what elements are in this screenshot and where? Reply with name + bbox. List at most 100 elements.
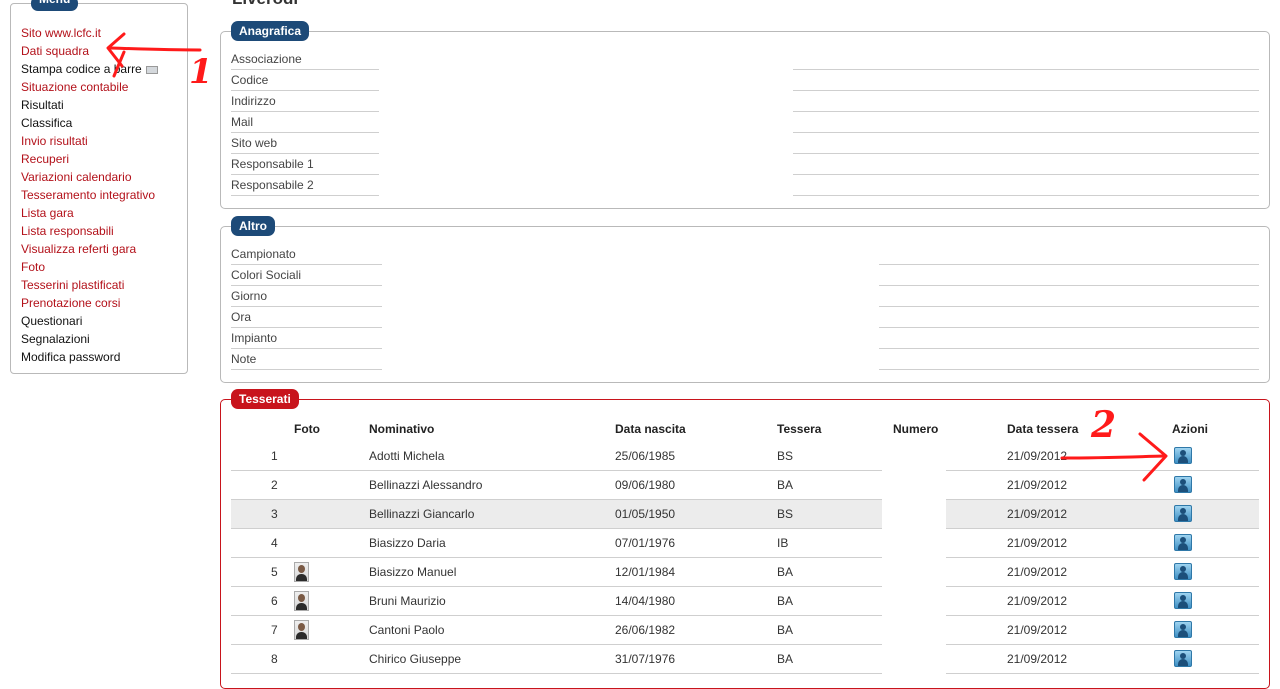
menu-item-segnalazioni[interactable]: Segnalazioni — [21, 330, 158, 348]
menu-item-visualizza-referti-gara[interactable]: Visualizza referti gara — [21, 240, 158, 258]
menu-item-lista-gara[interactable]: Lista gara — [21, 204, 158, 222]
cell-nominativo: Adotti Michela — [369, 449, 445, 463]
cell-data-tessera: 21/09/2012 — [1007, 623, 1068, 637]
menu-item-tesserini-plastificati[interactable]: Tesserini plastificati — [21, 276, 158, 294]
icon-body — [1178, 543, 1188, 550]
cell-data-tessera: 21/09/2012 — [1007, 507, 1068, 521]
row-number: 1 — [271, 449, 278, 463]
photo-head — [298, 594, 305, 602]
view-member-icon[interactable] — [1174, 476, 1192, 493]
tesserati-fieldset: Tesserati Foto Nominativo Data nascita T… — [220, 389, 1270, 689]
field-row-responsabile-1: Responsabile 1 — [221, 154, 1269, 175]
icon-body — [1178, 572, 1188, 579]
cell-tessera: IB — [777, 536, 789, 550]
anagrafica-legend: Anagrafica — [231, 21, 310, 41]
menu-item-label: Prenotazione corsi — [21, 296, 121, 310]
table-row[interactable]: 2 Bellinazzi Alessandro 09/06/1980 BA 21/09/… — [231, 471, 1259, 500]
column-header-numero[interactable]: Numero — [893, 422, 938, 436]
table-row[interactable]: 4 Biasizzo Daria 07/01/1976 IB 21/09/2012 — [231, 529, 1259, 558]
column-header-tessera[interactable]: Tessera — [777, 422, 821, 436]
cell-nominativo: Chirico Giuseppe — [369, 652, 462, 666]
menu-item-questionari[interactable]: Questionari — [21, 312, 158, 330]
cell-data-nascita: 01/05/1950 — [615, 507, 676, 521]
view-member-icon[interactable] — [1174, 447, 1192, 464]
table-row[interactable]: 8 Chirico Giuseppe 31/07/1976 BA 21/09/2012 — [231, 645, 1259, 674]
row-background — [946, 442, 1259, 470]
column-header-nominativo[interactable]: Nominativo — [369, 422, 434, 436]
menu-item-sito-www-lcfc-it[interactable]: Sito www.lcfc.it — [21, 24, 158, 42]
menu-item-stampa-codice-a-barre[interactable]: Stampa codice a barre — [21, 60, 158, 78]
page-title: Liverodi — [232, 0, 298, 9]
cell-data-nascita: 09/06/1980 — [615, 478, 676, 492]
column-header-data-nascita[interactable]: Data nascita — [615, 422, 686, 436]
menu-item-label: Situazione contabile — [21, 80, 129, 94]
view-member-icon[interactable] — [1174, 621, 1192, 638]
menu-item-risultati[interactable]: Risultati — [21, 96, 158, 114]
cell-data-tessera: 21/09/2012 — [1007, 449, 1068, 463]
view-member-icon[interactable] — [1174, 505, 1192, 522]
cell-tessera: BA — [777, 594, 794, 608]
cell-nominativo: Bruni Maurizio — [369, 594, 446, 608]
field-row-mail: Mail — [221, 112, 1269, 133]
photo-head — [298, 565, 305, 573]
column-header-data-tessera[interactable]: Data tessera — [1007, 422, 1078, 436]
view-member-icon[interactable] — [1174, 650, 1192, 667]
icon-body — [1178, 514, 1188, 521]
view-member-icon[interactable] — [1174, 563, 1192, 580]
cell-data-nascita: 25/06/1985 — [615, 449, 676, 463]
table-row[interactable]: 5 Biasizzo Manuel 12/01/1984 BA 21/09/2012 — [231, 558, 1259, 587]
menu-item-recuperi[interactable]: Recuperi — [21, 150, 158, 168]
field-row-note: Note — [221, 349, 1269, 370]
cell-data-nascita: 31/07/1976 — [615, 652, 676, 666]
row-background — [946, 587, 1259, 615]
field-label: Note — [231, 349, 382, 370]
menu-item-tesseramento-integrativo[interactable]: Tesseramento integrativo — [21, 186, 158, 204]
field-label: Colori Sociali — [231, 265, 382, 286]
field-row-ora: Ora — [221, 307, 1269, 328]
cell-nominativo: Bellinazzi Giancarlo — [369, 507, 475, 521]
field-row-codice: Codice — [221, 70, 1269, 91]
photo-head — [298, 623, 305, 631]
field-label: Campionato — [231, 244, 382, 265]
table-row[interactable]: 3 Bellinazzi Giancarlo 01/05/1950 BS 21/09/2… — [231, 500, 1259, 529]
row-number: 8 — [271, 652, 278, 666]
cell-tessera: BA — [777, 478, 794, 492]
menu-item-label: Invio risultati — [21, 134, 88, 148]
table-row[interactable]: 7 Cantoni Paolo 26/06/1982 BA 21/09/2012 — [231, 616, 1259, 645]
menu-item-foto[interactable]: Foto — [21, 258, 158, 276]
member-photo[interactable] — [294, 591, 309, 611]
menu-item-classifica[interactable]: Classifica — [21, 114, 158, 132]
menu-list: Sito www.lcfc.it Dati squadra Stampa codic… — [21, 24, 158, 366]
table-row[interactable]: 6 Bruni Maurizio 14/04/1980 BA 21/09/2012 — [231, 587, 1259, 616]
menu-item-dati-squadra[interactable]: Dati squadra — [21, 42, 158, 60]
menu-item-label: Stampa codice a barre — [21, 62, 142, 76]
menu-item-label: Tesseramento integrativo — [21, 188, 156, 202]
barcode-icon — [145, 65, 158, 74]
menu-item-label: Segnalazioni — [21, 332, 90, 346]
member-photo[interactable] — [294, 620, 309, 640]
cell-tessera: BA — [777, 623, 794, 637]
field-row-indirizzo: Indirizzo — [221, 91, 1269, 112]
table-row[interactable]: 1 Adotti Michela 25/06/1985 BS 21/09/2012 — [231, 442, 1259, 471]
menu-item-lista-responsabili[interactable]: Lista responsabili — [21, 222, 158, 240]
altro-legend: Altro — [231, 216, 275, 236]
row-number: 4 — [271, 536, 278, 550]
field-label: Associazione — [231, 49, 379, 70]
menu-item-prenotazione-corsi[interactable]: Prenotazione corsi — [21, 294, 158, 312]
view-member-icon[interactable] — [1174, 534, 1192, 551]
field-label: Responsabile 2 — [231, 175, 379, 196]
menu-item-label: Recuperi — [21, 152, 70, 166]
menu-item-label: Variazioni calendario — [21, 170, 132, 184]
menu-item-label: Foto — [21, 260, 46, 274]
cell-data-nascita: 07/01/1976 — [615, 536, 676, 550]
view-member-icon[interactable] — [1174, 592, 1192, 609]
menu-item-situazione-contabile[interactable]: Situazione contabile — [21, 78, 158, 96]
cell-tessera: BS — [777, 507, 794, 521]
sidebar-menu: Menu Sito www.lcfc.it Dati squadra Stampa … — [10, 0, 188, 374]
member-photo[interactable] — [294, 562, 309, 582]
field-row-colori-sociali: Colori Sociali — [221, 265, 1269, 286]
menu-item-modifica-password[interactable]: Modifica password — [21, 348, 158, 366]
menu-item-variazioni-calendario[interactable]: Variazioni calendario — [21, 168, 158, 186]
column-header-foto[interactable]: Foto — [294, 422, 320, 436]
menu-item-invio-risultati[interactable]: Invio risultati — [21, 132, 158, 150]
